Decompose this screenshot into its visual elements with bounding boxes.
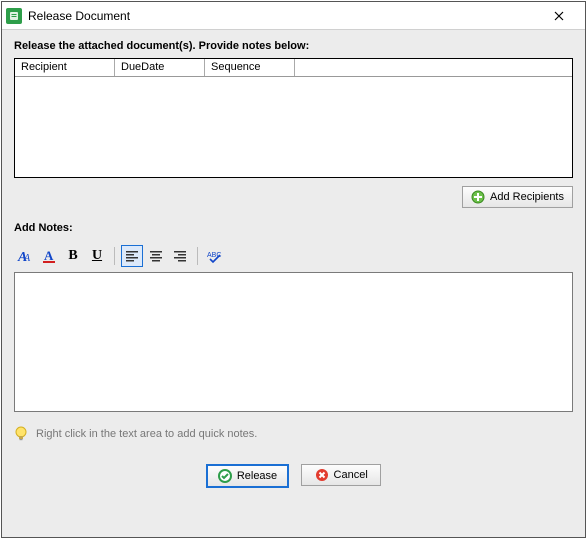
release-button[interactable]: Release (206, 464, 289, 488)
align-right-button[interactable] (169, 245, 191, 267)
window-title: Release Document (28, 9, 539, 23)
underline-button[interactable]: U (86, 245, 108, 267)
recipients-grid[interactable]: Recipient DueDate Sequence (14, 58, 573, 178)
plus-icon (471, 190, 485, 204)
cancel-button[interactable]: Cancel (301, 464, 381, 486)
font-color-button[interactable]: A (38, 245, 60, 267)
footer-buttons: Release Cancel (14, 464, 573, 488)
grid-header: Recipient DueDate Sequence (15, 59, 572, 77)
add-recipients-button[interactable]: Add Recipients (462, 186, 573, 208)
add-notes-label: Add Notes: (14, 222, 573, 234)
dialog-window: Release Document Release the attached do… (1, 1, 586, 538)
column-spacer (295, 59, 572, 76)
titlebar: Release Document (2, 2, 585, 30)
release-label: Release (237, 470, 277, 482)
close-button[interactable] (539, 3, 579, 29)
check-circle-icon (218, 469, 232, 483)
separator (197, 247, 198, 265)
bold-button[interactable]: B (62, 245, 84, 267)
app-icon (6, 8, 22, 24)
grid-body-empty[interactable] (15, 77, 572, 177)
bold-icon: B (68, 248, 77, 264)
instruction-label: Release the attached document(s). Provid… (14, 40, 573, 52)
separator (114, 247, 115, 265)
column-duedate[interactable]: DueDate (115, 59, 205, 76)
add-recipients-label: Add Recipients (490, 191, 564, 203)
align-center-button[interactable] (145, 245, 167, 267)
spellcheck-button[interactable]: ABC (204, 245, 226, 267)
lightbulb-icon (14, 426, 28, 442)
column-recipient[interactable]: Recipient (15, 59, 115, 76)
hint-text: Right click in the text area to add quic… (36, 428, 257, 440)
font-style-button[interactable]: AA (14, 245, 36, 267)
notes-textarea[interactable] (14, 272, 573, 412)
underline-icon: U (92, 248, 102, 264)
align-left-button[interactable] (121, 245, 143, 267)
cancel-label: Cancel (334, 469, 368, 481)
notes-toolbar: AA A B U ABC (14, 244, 573, 268)
dialog-body: Release the attached document(s). Provid… (2, 30, 585, 537)
cancel-circle-icon (315, 468, 329, 482)
column-sequence[interactable]: Sequence (205, 59, 295, 76)
hint-row: Right click in the text area to add quic… (14, 426, 573, 442)
svg-text:A: A (44, 248, 54, 263)
svg-text:A: A (23, 253, 31, 264)
